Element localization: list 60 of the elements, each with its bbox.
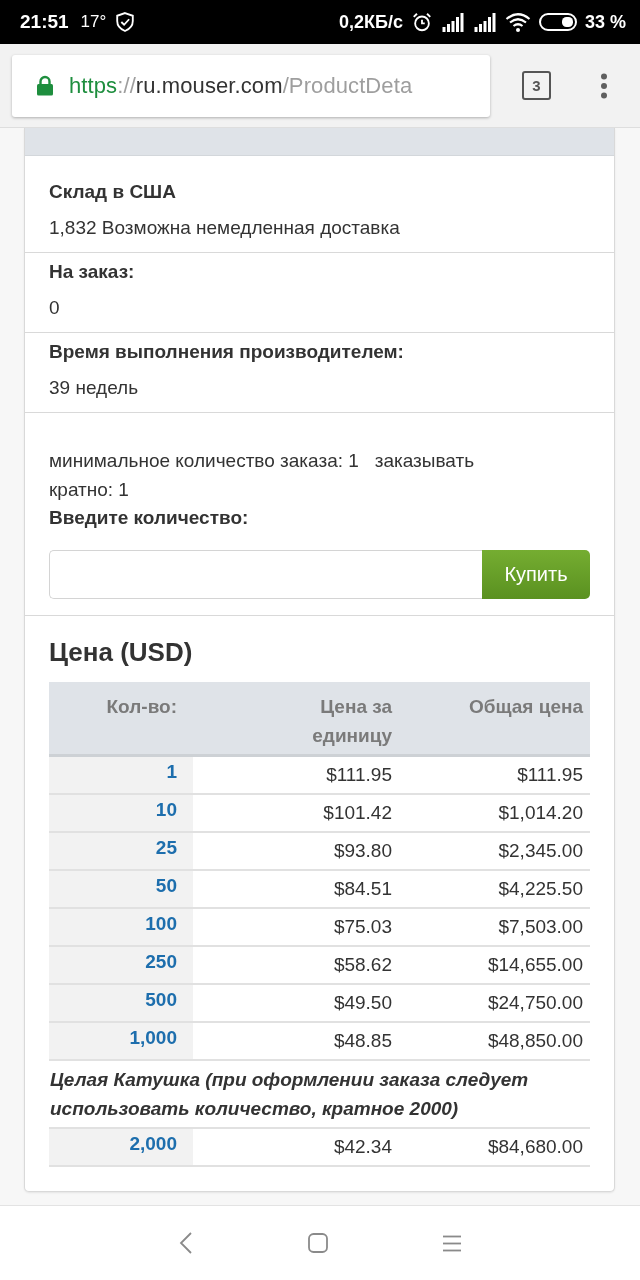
field-label: Склад в США: [49, 180, 177, 204]
address-bar[interactable]: https://ru.mouser.com/ProductDeta: [12, 54, 490, 117]
table-cell-text: $42.34: [332, 1135, 393, 1159]
quantity-link[interactable]: 1: [166, 761, 177, 782]
quantity-link[interactable]: 100: [145, 913, 177, 934]
more-options-icon[interactable]: [600, 72, 608, 99]
table-cell-text: $75.03: [332, 915, 393, 939]
shield-check-icon: [114, 10, 137, 34]
table-cell-text: $93.80: [332, 839, 393, 863]
table-cell-text: $101.42: [322, 801, 393, 825]
table-cell-text: $14,655.00: [486, 953, 584, 977]
quantity-link[interactable]: 500: [145, 989, 177, 1010]
network-speed-text: 0,2КБ/с: [339, 11, 403, 33]
field-value: 0: [49, 296, 61, 320]
table-cell-text: $58.62: [332, 953, 393, 977]
quantity-link[interactable]: 2,000: [129, 1133, 177, 1154]
table-cell-text: $111.95: [516, 763, 584, 787]
signal-icon: [472, 11, 497, 33]
lock-icon: [36, 75, 54, 96]
column-header: Кол-во:: [106, 695, 177, 719]
quantity-link[interactable]: 250: [145, 951, 177, 972]
field-label: На заказ:: [49, 260, 136, 284]
table-cell-text: $4,225.50: [497, 877, 584, 901]
quantity-input[interactable]: [49, 550, 482, 599]
quantity-link[interactable]: 50: [155, 875, 177, 896]
table-cell-text: $2,345.00: [497, 839, 584, 863]
price-title: Цена (USD): [49, 636, 194, 668]
quantity-label: Введите количество:: [49, 506, 250, 530]
order-terms-text: минимальное количество заказа: 1 заказывать кратно: 1: [49, 449, 476, 502]
field-value: 1,832 Возможна немедленная доставка: [49, 216, 401, 240]
back-icon[interactable]: [179, 1231, 193, 1255]
table-cell-text: $111.95: [325, 763, 393, 787]
tab-switcher-button[interactable]: 3: [522, 71, 551, 100]
buy-button[interactable]: Купить: [482, 550, 590, 599]
table-cell-text: $7,503.00: [497, 915, 584, 939]
battery-percent-text: 33 %: [584, 11, 626, 33]
alarm-clock-icon: [410, 11, 433, 33]
table-cell-text: $49.50: [332, 991, 393, 1015]
quantity-link[interactable]: 10: [155, 799, 177, 820]
column-header: Общая цена: [469, 695, 583, 719]
battery-icon: [538, 12, 577, 32]
clock-time: 21:51: [20, 11, 69, 33]
table-cell-text: $48,850.00: [486, 1029, 584, 1053]
column-header: Цена за единицу: [311, 695, 392, 748]
wifi-icon: [504, 11, 531, 33]
table-note: Целая Катушка (при оформлении заказа следует использовать количество, кратное 2000): [49, 1068, 530, 1121]
table-cell-text: $84.51: [332, 877, 393, 901]
temperature-text: 17°: [80, 12, 107, 32]
quantity-link[interactable]: 1,000: [129, 1027, 177, 1048]
table-cell-text: $84,680.00: [486, 1135, 584, 1159]
field-value: 39 недель: [49, 376, 140, 400]
table-cell-text: $24,750.00: [486, 991, 584, 1015]
table-cell-text: $48.85: [332, 1029, 393, 1053]
table-cell-text: $1,014.20: [497, 801, 584, 825]
menu-icon[interactable]: [443, 1234, 461, 1252]
home-icon[interactable]: [308, 1233, 328, 1253]
field-label: Время выполнения производителем:: [49, 340, 405, 364]
signal-icon: [440, 11, 465, 33]
quantity-link[interactable]: 25: [155, 837, 177, 858]
url-text: https://ru.mouser.com/ProductDeta: [69, 72, 413, 99]
